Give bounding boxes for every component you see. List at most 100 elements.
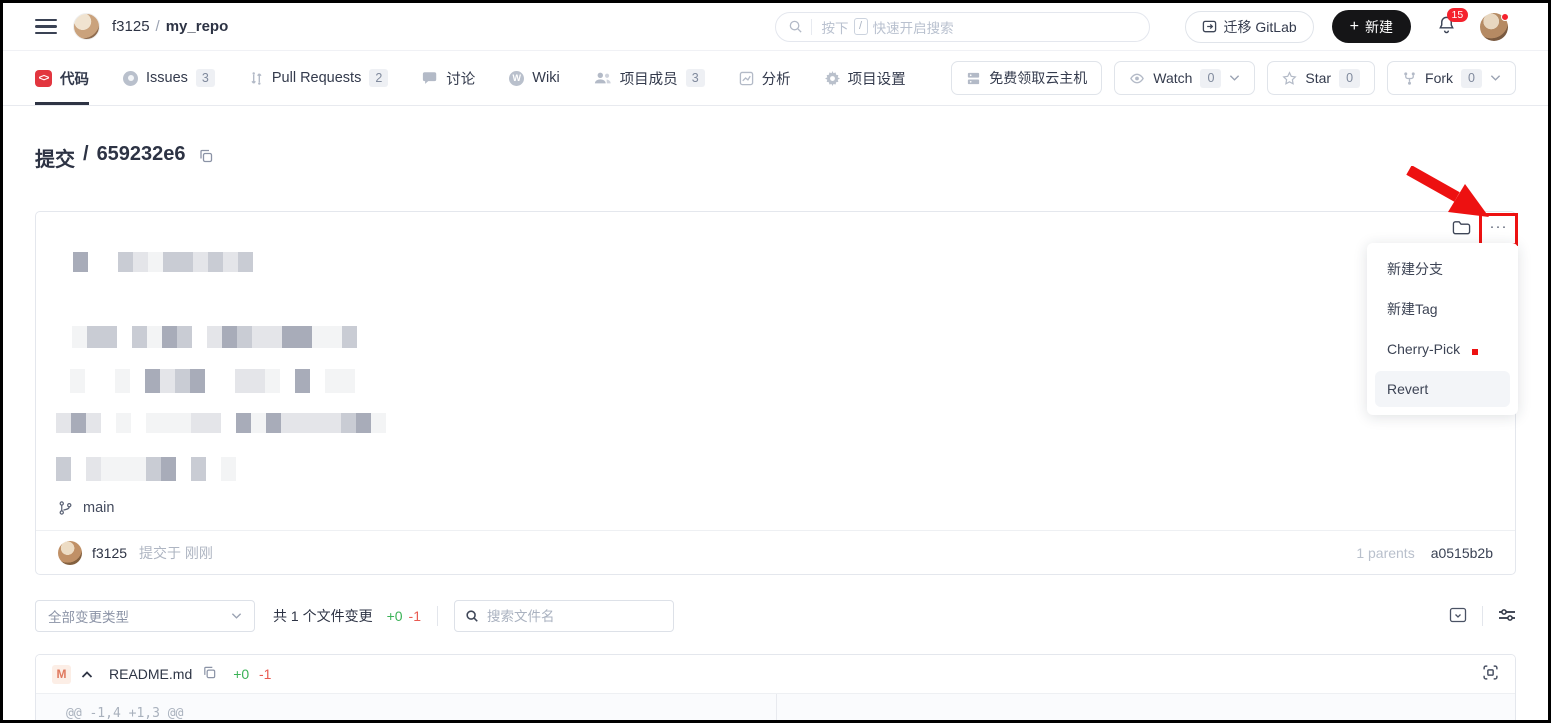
issues-count-badge: 3 xyxy=(196,69,215,87)
server-icon xyxy=(966,71,981,86)
collapse-file-button[interactable] xyxy=(81,670,93,679)
menu-item-new-branch[interactable]: 新建分支 xyxy=(1367,249,1518,289)
top-navbar: f3125 / my_repo 按下 / 快速开启搜索 迁移 GitLab + … xyxy=(3,3,1548,51)
diff-filter-bar: 全部变更类型 共 1 个文件变更 +0 -1 xyxy=(35,600,1516,632)
file-diff-header: M README.md +0 -1 xyxy=(36,655,1515,693)
author-avatar[interactable] xyxy=(58,541,82,565)
collapse-all-button[interactable] xyxy=(1449,607,1467,626)
bell-icon xyxy=(1437,21,1456,38)
parent-sha-link[interactable]: a0515b2b xyxy=(1431,545,1493,561)
issues-icon xyxy=(123,71,138,86)
divider xyxy=(437,606,438,626)
gear-icon xyxy=(825,71,840,86)
commit-time: 提交于 刚刚 xyxy=(139,543,213,563)
migrate-gitlab-button[interactable]: 迁移 GitLab xyxy=(1185,11,1314,43)
branch-name[interactable]: main xyxy=(83,500,114,516)
copy-filename-button[interactable] xyxy=(202,665,217,683)
watch-icon xyxy=(1129,71,1145,86)
page-title: 提交 / 659232e6 xyxy=(35,143,186,172)
divider xyxy=(1482,606,1483,626)
slash-key-hint: / xyxy=(854,18,868,35)
diff-view-controls xyxy=(1449,606,1516,626)
split-diff-divider xyxy=(776,694,777,723)
tab-code[interactable]: <> 代码 xyxy=(35,51,89,105)
tab-analytics[interactable]: 分析 xyxy=(739,51,791,105)
star-button[interactable]: Star 0 xyxy=(1267,61,1375,95)
chat-icon xyxy=(422,71,438,86)
file-diff-card: M README.md +0 -1 xyxy=(35,654,1516,723)
tab-issues[interactable]: Issues 3 xyxy=(123,51,215,105)
free-cloud-host-button[interactable]: 免费领取云主机 xyxy=(951,61,1102,95)
breadcrumb-separator: / xyxy=(156,18,160,35)
author-name[interactable]: f3125 xyxy=(92,545,127,561)
watch-count: 0 xyxy=(1200,69,1221,88)
chevron-down-icon xyxy=(1229,74,1240,82)
hunk-header: @@ -1,4 +1,3 @@ xyxy=(36,706,183,721)
tab-wiki[interactable]: W Wiki xyxy=(509,51,559,105)
menu-item-new-tag[interactable]: 新建Tag xyxy=(1367,289,1518,329)
tab-settings[interactable]: 项目设置 xyxy=(825,51,906,105)
git-branch-icon xyxy=(58,500,73,516)
search-icon xyxy=(788,19,803,34)
global-search-input[interactable]: 按下 / 快速开启搜索 xyxy=(775,12,1150,42)
members-icon xyxy=(594,71,612,85)
notification-count-badge: 15 xyxy=(1447,8,1468,22)
breadcrumb-repo[interactable]: my_repo xyxy=(166,18,229,35)
code-icon: <> xyxy=(35,70,52,87)
copy-icon xyxy=(202,665,217,683)
new-button[interactable]: + 新建 xyxy=(1332,10,1411,43)
notifications-button[interactable]: 15 xyxy=(1437,15,1456,39)
sliders-icon xyxy=(1498,607,1516,626)
tab-members[interactable]: 项目成员 3 xyxy=(594,51,705,105)
plus-icon: + xyxy=(1350,18,1359,36)
owner-avatar[interactable] xyxy=(73,13,100,40)
import-icon xyxy=(1202,19,1217,34)
pull-request-icon xyxy=(249,71,264,86)
total-additions: +0 xyxy=(387,608,403,624)
folder-icon xyxy=(1452,220,1471,239)
commit-parents: 1 parents a0515b2b xyxy=(1356,545,1493,561)
menu-item-cherry-pick[interactable]: Cherry-Pick xyxy=(1367,329,1518,369)
commit-card: ··· main f3125 提交于 刚刚 1 parents a0515b2b xyxy=(35,211,1516,575)
diff-hunk-row: @@ -1,4 +1,3 @@ xyxy=(36,693,1515,723)
repo-tabs: <> 代码 Issues 3 Pull Requests 2 讨论 xyxy=(35,51,906,105)
chevron-down-icon xyxy=(231,612,242,620)
file-name[interactable]: README.md xyxy=(109,666,192,682)
watch-button[interactable]: Watch 0 xyxy=(1114,61,1255,95)
commit-card-actions: ··· xyxy=(1452,212,1518,246)
commit-sha: 659232e6 xyxy=(97,143,186,172)
focus-frame-icon xyxy=(1482,664,1499,684)
search-icon xyxy=(465,609,479,623)
file-additions: +0 xyxy=(233,666,249,682)
tab-discussion[interactable]: 讨论 xyxy=(422,51,475,105)
view-file-button[interactable] xyxy=(1482,664,1499,684)
file-diff-stats: +0 -1 xyxy=(233,666,271,682)
diff-settings-button[interactable] xyxy=(1498,607,1516,626)
breadcrumb-owner[interactable]: f3125 xyxy=(112,18,150,35)
copy-sha-button[interactable] xyxy=(198,148,214,167)
user-avatar[interactable] xyxy=(1480,13,1508,41)
menu-item-revert[interactable]: Revert xyxy=(1367,369,1518,409)
fork-icon xyxy=(1402,71,1417,86)
hamburger-menu-icon[interactable] xyxy=(35,19,57,35)
cherry-pick-annotation-box xyxy=(1472,349,1478,355)
file-deletions: -1 xyxy=(259,666,271,682)
fork-button[interactable]: Fork 0 xyxy=(1387,61,1516,95)
parents-label: 1 parents xyxy=(1356,545,1414,561)
change-type-select[interactable]: 全部变更类型 xyxy=(35,600,255,632)
commit-card-footer: f3125 提交于 刚刚 1 parents a0515b2b xyxy=(36,530,1515,574)
main-content: 提交 / 659232e6 ··· xyxy=(3,143,1548,723)
copy-icon xyxy=(198,148,214,167)
analytics-icon xyxy=(739,71,754,86)
search-divider xyxy=(811,19,812,35)
branch-row: main xyxy=(58,500,114,516)
browse-files-button[interactable] xyxy=(1452,220,1471,239)
repo-tabbar: <> 代码 Issues 3 Pull Requests 2 讨论 xyxy=(3,51,1548,106)
wiki-icon: W xyxy=(509,71,524,86)
tab-pull-requests[interactable]: Pull Requests 2 xyxy=(249,51,388,105)
star-count: 0 xyxy=(1339,69,1360,88)
more-actions-button[interactable]: ··· xyxy=(1479,213,1518,246)
pr-count-badge: 2 xyxy=(369,69,388,87)
search-placeholder-suffix: 快速开启搜索 xyxy=(873,17,954,37)
file-search-input[interactable] xyxy=(487,609,663,624)
